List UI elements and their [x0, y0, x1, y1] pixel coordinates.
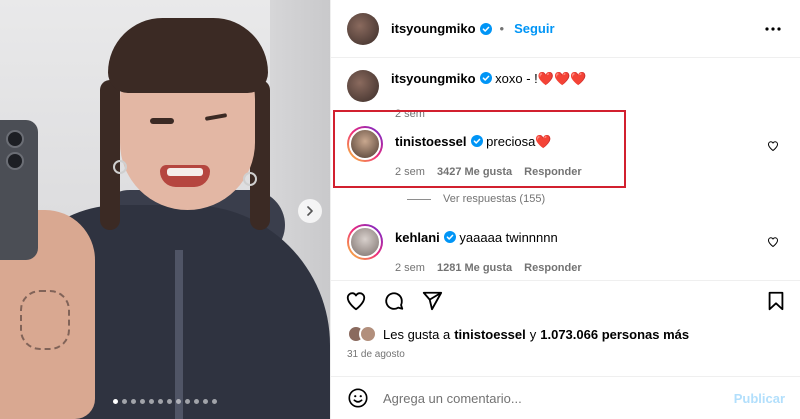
verified-badge-icon — [443, 231, 456, 243]
carousel-dot — [140, 399, 145, 404]
carousel-dot — [122, 399, 127, 404]
comment-time: 2 sem — [395, 262, 425, 274]
likes-connector: y — [529, 326, 537, 342]
caption-username[interactable]: itsyoungmiko — [391, 71, 476, 86]
carousel-indicators — [0, 399, 330, 404]
like-comment-heart-icon[interactable] — [767, 236, 779, 248]
like-heart-icon[interactable] — [345, 290, 367, 312]
instagram-post-view: itsyoungmiko • Seguir itsyoungmiko xoxo … — [0, 0, 800, 419]
avatar[interactable] — [347, 12, 379, 45]
likes-summary: Les gusta a tinistoessel y 1.073.066 per… — [347, 325, 689, 343]
separator-dot: • — [499, 21, 505, 36]
carousel-dot — [212, 399, 217, 404]
comment-item: kehlani yaaaaa twinnnnn 2 sem 1281 Me gu… — [347, 224, 787, 274]
comment-bubble-icon[interactable] — [383, 290, 405, 312]
emoji-smiley-icon[interactable] — [347, 387, 369, 409]
verified-badge-icon — [479, 22, 492, 35]
verified-badge-icon — [479, 72, 492, 84]
carousel-dot — [203, 399, 208, 404]
chevron-right-icon — [307, 206, 313, 216]
hair — [108, 18, 268, 93]
carousel-next-button[interactable] — [298, 199, 322, 223]
post-media[interactable] — [0, 0, 330, 419]
comment-text: yaaaaa twinnnnn — [459, 230, 558, 245]
earring-left — [113, 160, 127, 174]
caption-text: xoxo - !❤️❤️❤️ — [495, 71, 587, 86]
replies-divider — [407, 198, 431, 200]
carousel-dot — [176, 399, 181, 404]
hoodie-zipper — [175, 250, 183, 419]
publish-button[interactable]: Publicar — [734, 391, 785, 406]
comment-likes[interactable]: 1281 Me gusta — [437, 262, 512, 274]
author-username[interactable]: itsyoungmiko — [391, 21, 476, 36]
carousel-dot — [158, 399, 163, 404]
post-sidebar: itsyoungmiko • Seguir itsyoungmiko xoxo … — [330, 0, 800, 419]
avatar[interactable] — [347, 224, 383, 260]
post-action-bar — [331, 280, 800, 320]
post-header: itsyoungmiko • Seguir — [331, 0, 800, 58]
likes-user-link[interactable]: tinistoessel — [454, 327, 526, 342]
phone-camera-lens — [6, 130, 24, 148]
more-options-icon[interactable] — [763, 19, 783, 39]
carousel-dot — [131, 399, 136, 404]
highlight-box — [333, 110, 626, 188]
teeth — [167, 168, 203, 176]
avatar[interactable] — [347, 70, 379, 102]
comment-username[interactable]: kehlani — [395, 230, 440, 245]
carousel-dot — [149, 399, 154, 404]
reply-button[interactable]: Responder — [524, 262, 581, 274]
carousel-dot — [185, 399, 190, 404]
braid-left — [100, 80, 120, 230]
likes-count-link[interactable]: 1.073.066 personas más — [540, 327, 689, 342]
earring-right — [243, 172, 257, 186]
carousel-dot — [113, 399, 118, 404]
post-date: 31 de agosto — [347, 349, 405, 360]
phone-camera-lens — [6, 152, 24, 170]
follow-button[interactable]: Seguir — [514, 21, 554, 36]
share-send-icon[interactable] — [421, 290, 443, 312]
likes-prefix: Les gusta a — [383, 326, 451, 342]
like-comment-heart-icon[interactable] — [767, 140, 779, 152]
liker-avatar — [359, 325, 377, 343]
bookmark-save-icon[interactable] — [765, 290, 787, 312]
eye-left — [150, 118, 174, 124]
view-replies-label: Ver respuestas (155) — [443, 193, 546, 205]
view-replies-button[interactable]: Ver respuestas (155) — [407, 193, 545, 205]
carousel-dot — [167, 399, 172, 404]
comment-input[interactable] — [383, 390, 713, 406]
carousel-dot — [194, 399, 199, 404]
comment-composer: Publicar — [331, 376, 800, 419]
hand-tattoo — [20, 290, 70, 350]
